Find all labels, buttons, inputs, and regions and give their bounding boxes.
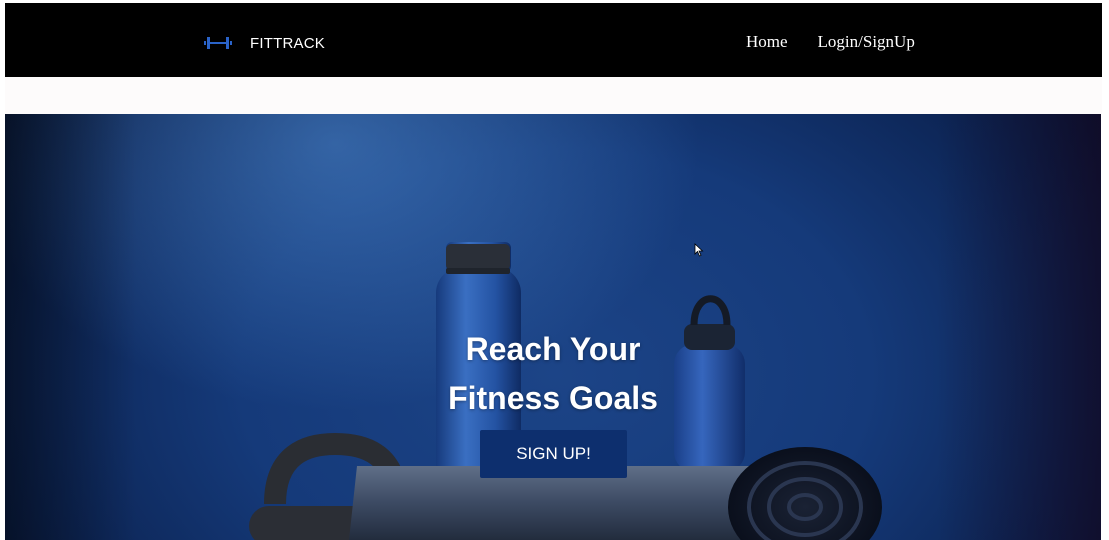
signup-button[interactable]: SIGN UP! [480,430,627,478]
hero-heading: Reach Your Fitness Goals [385,325,721,423]
dumbbell-icon [203,33,233,53]
nav-login-signup-link[interactable]: Login/SignUp [818,32,915,52]
nav-home-link[interactable]: Home [746,32,788,52]
brand-name: FITTRACK [250,34,325,52]
mouse-cursor-icon [694,243,704,257]
top-navbar: FITTRACK Home Login/SignUp [5,3,1102,77]
header-spacer [5,77,1102,114]
brand[interactable]: FITTRACK [203,31,325,55]
main-nav: Home Login/SignUp [746,32,915,52]
hero-section: Reach Your Fitness Goals SIGN UP! [5,114,1101,540]
hero-heading-line1: Reach Your [465,331,641,368]
hero-heading-line2: Fitness Goals [448,380,658,417]
